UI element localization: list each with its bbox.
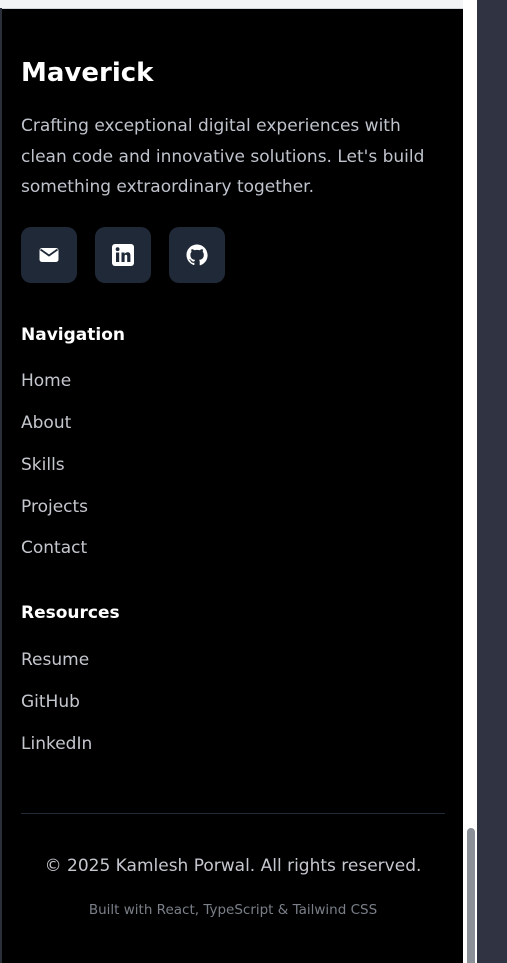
scrollbar-track[interactable] bbox=[463, 0, 477, 963]
brand-name[interactable]: Maverick bbox=[21, 56, 153, 90]
resources-heading: Resources bbox=[21, 603, 120, 623]
left-edge bbox=[0, 8, 2, 963]
footer-link-resume[interactable]: Resume bbox=[21, 649, 89, 671]
footer-tagline: Crafting exceptional digital experiences… bbox=[21, 116, 425, 197]
footer: Maverick Crafting exceptional digital ex… bbox=[0, 0, 463, 963]
footer-link-linkedin[interactable]: LinkedIn bbox=[21, 733, 92, 755]
scrollbar-thumb[interactable] bbox=[467, 828, 475, 963]
built-with-text: Built with React, TypeScript & Tailwind … bbox=[88, 902, 378, 918]
side-panel-edge bbox=[477, 0, 507, 963]
footer-link-github[interactable]: GitHub bbox=[21, 691, 80, 713]
copyright-text: © 2025 Kamlesh Porwal. All rights reserv… bbox=[44, 856, 422, 876]
github-button[interactable] bbox=[169, 227, 225, 283]
footer-link-projects[interactable]: Projects bbox=[21, 496, 88, 518]
footer-link-about[interactable]: About bbox=[21, 412, 71, 434]
navigation-heading: Navigation bbox=[21, 325, 125, 345]
mail-icon bbox=[39, 248, 59, 262]
footer-link-home[interactable]: Home bbox=[21, 370, 71, 392]
email-button[interactable] bbox=[21, 227, 77, 283]
linkedin-icon bbox=[112, 244, 134, 266]
footer-divider bbox=[21, 813, 445, 814]
linkedin-button[interactable] bbox=[95, 227, 151, 283]
github-icon bbox=[186, 244, 208, 266]
browser-viewport: Maverick Crafting exceptional digital ex… bbox=[0, 0, 507, 963]
content-above-footer bbox=[0, 0, 463, 9]
footer-link-contact[interactable]: Contact bbox=[21, 537, 87, 559]
footer-link-skills[interactable]: Skills bbox=[21, 454, 65, 476]
